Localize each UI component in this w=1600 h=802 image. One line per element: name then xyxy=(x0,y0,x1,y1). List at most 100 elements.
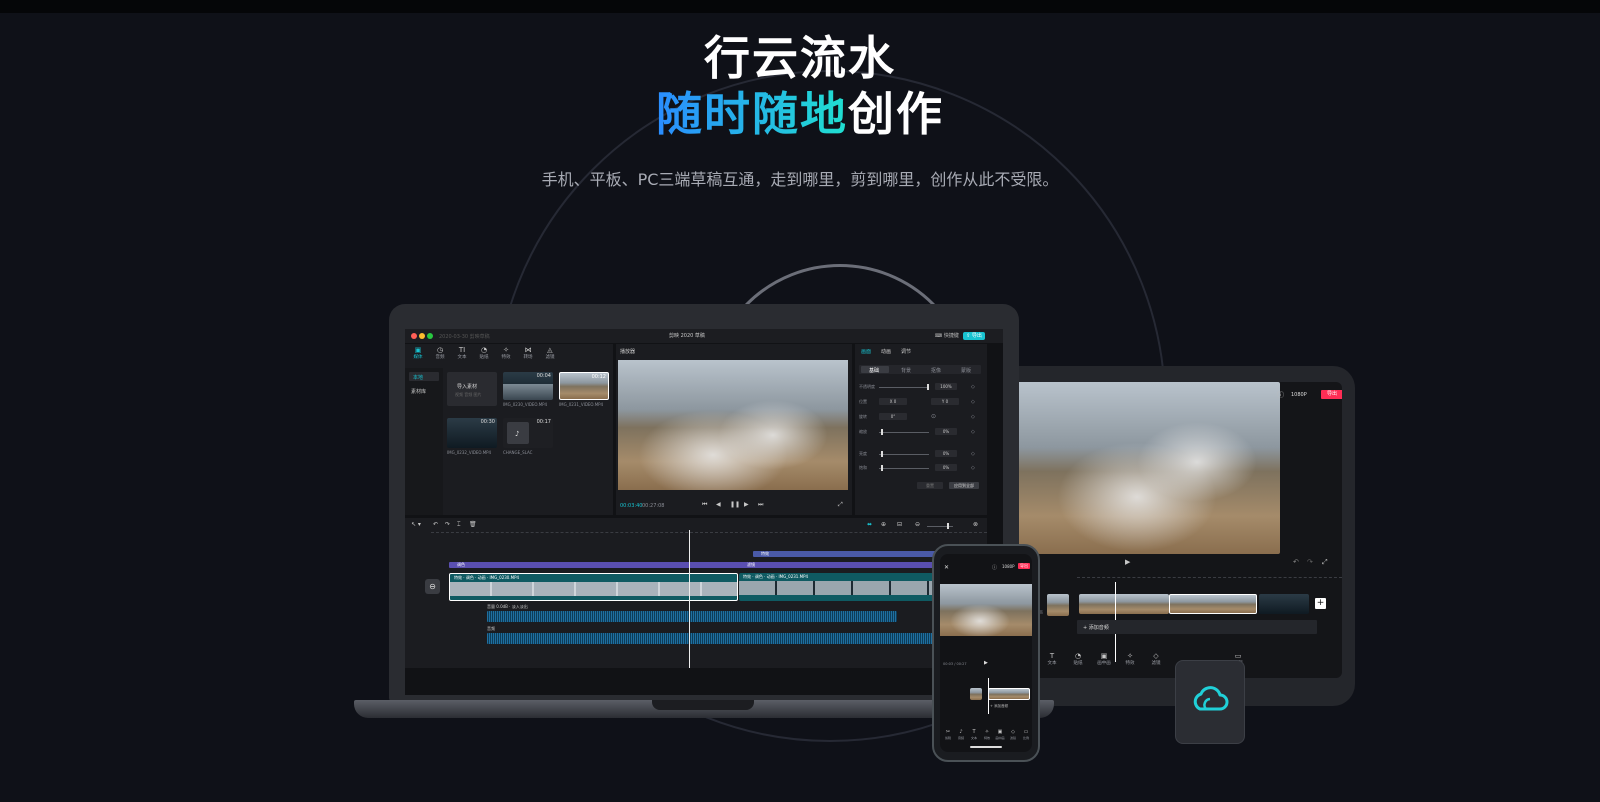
toolbar-audio[interactable]: ◷ 音频 xyxy=(431,346,449,360)
media-item-4[interactable]: ♪ 00:17 xyxy=(503,418,553,448)
rotate-dial-icon[interactable]: ⊙ xyxy=(931,413,936,420)
phone-tool-5[interactable]: ◇ 滤镜 xyxy=(1007,728,1019,740)
tablet-clip-3[interactable] xyxy=(1259,594,1309,614)
keyframe-icon[interactable]: ◇ xyxy=(971,399,975,405)
tablet-tool-3[interactable]: ▣ 画中画 xyxy=(1095,652,1113,666)
delete-icon[interactable]: 🗑 xyxy=(469,521,477,528)
toolbar-media[interactable]: ▣ 媒体 xyxy=(409,346,427,360)
keyframe-icon[interactable]: ◇ xyxy=(971,451,975,457)
tablet-clip-2[interactable] xyxy=(1169,594,1257,614)
select-tool-icon[interactable]: ↖ ▾ xyxy=(411,521,421,528)
phone-play-icon[interactable]: ▶ xyxy=(984,660,988,666)
close-dot[interactable] xyxy=(411,333,417,339)
side-nav-library[interactable]: 素材库 xyxy=(411,388,426,395)
tablet-tool-4[interactable]: ✧ 特效 xyxy=(1121,652,1139,666)
cover-icon[interactable]: ⊖ xyxy=(425,579,440,594)
toolbar-filter[interactable]: ◬ 滤镜 xyxy=(541,346,559,360)
position-x-field[interactable]: X 0 xyxy=(879,398,907,405)
side-nav-local[interactable]: 本地 xyxy=(409,372,439,381)
phone-help-icon[interactable]: ⓘ xyxy=(992,564,997,571)
keyframe-icon[interactable]: ◇ xyxy=(971,384,975,390)
phone-tool-6[interactable]: ▭ 比例 xyxy=(1020,728,1032,740)
keyframe-icon[interactable]: ◇ xyxy=(971,465,975,471)
magnet-icon[interactable]: ⊕ xyxy=(881,521,886,528)
phone-tool-0[interactable]: ✂ 剪辑 xyxy=(942,728,954,740)
main-video-clip-1[interactable]: 特效 · 调色 · 动画 · IMG_0230.MP4 xyxy=(449,573,738,601)
split-icon[interactable]: ⌶ xyxy=(457,521,461,529)
tablet-cover-thumb[interactable] xyxy=(1047,594,1069,616)
fullscreen-icon[interactable]: ⤢ xyxy=(838,501,843,509)
subtab-keying[interactable]: 抠像 xyxy=(931,367,941,374)
tablet-clip-1[interactable] xyxy=(1079,594,1169,614)
media-item-2[interactable]: 00:12 xyxy=(559,372,609,400)
skip-forward-icon[interactable]: ⏭ xyxy=(758,501,763,509)
maximize-dot[interactable] xyxy=(427,333,433,339)
undo-icon[interactable]: ↶ xyxy=(433,521,438,528)
phone-tool-2[interactable]: T 文本 xyxy=(968,728,980,740)
tablet-tool-5[interactable]: ◇ 滤镜 xyxy=(1147,652,1165,666)
phone-add-audio-label[interactable]: + 添加音频 xyxy=(990,704,1008,709)
tablet-tool-2[interactable]: ◔ 贴纸 xyxy=(1069,652,1087,666)
phone-resolution-select[interactable]: 1080P xyxy=(1002,564,1015,569)
filter-track-clip[interactable]: 滤镜 xyxy=(739,562,947,568)
saturation-field[interactable]: 0% xyxy=(935,464,957,471)
import-media-card[interactable]: 导入素材 视频 音频 图片 xyxy=(447,372,497,406)
tablet-add-clip-icon[interactable]: + xyxy=(1315,598,1326,609)
tablet-export-button[interactable]: 导出 xyxy=(1321,390,1342,399)
phone-tool-3[interactable]: ✧ 特效 xyxy=(981,728,993,740)
keyframe-icon[interactable]: ◇ xyxy=(971,414,975,420)
position-y-field[interactable]: Y 0 xyxy=(931,398,959,405)
scale-field[interactable]: 0% xyxy=(935,428,957,435)
phone-export-button[interactable]: 导出 xyxy=(1018,563,1030,569)
tablet-undo-icon[interactable]: ↶ xyxy=(1293,558,1299,566)
step-forward-icon[interactable]: ▶ xyxy=(744,501,749,508)
brightness-field[interactable]: 0% xyxy=(935,450,957,457)
toolbar-sticker[interactable]: ◔ 贴纸 xyxy=(475,346,493,360)
link-toggle-icon[interactable]: ⬌ xyxy=(867,521,872,528)
skip-back-icon[interactable]: ⏮ xyxy=(702,501,707,509)
inspector-tab-animation[interactable]: 动画 xyxy=(881,348,891,355)
tablet-resolution-select[interactable]: 1080P xyxy=(1291,392,1307,398)
tablet-help-icon[interactable]: ⓘ xyxy=(1277,390,1284,400)
toolbar-text[interactable]: TI 文本 xyxy=(453,346,471,360)
toolbar-effect[interactable]: ✧ 特效 xyxy=(497,346,515,360)
minimize-dot[interactable] xyxy=(419,333,425,339)
rotation-field[interactable]: 0° xyxy=(879,413,907,420)
adjust-track-clip[interactable]: 调色 xyxy=(449,562,745,568)
shortcut-button[interactable]: ⌨ 快捷键 xyxy=(935,332,959,339)
media-item-3[interactable]: 00:30 xyxy=(447,418,497,448)
phone-clip-1[interactable] xyxy=(988,688,1030,700)
toolbar-transition[interactable]: ⋈ 转场 xyxy=(519,346,537,360)
tablet-tool-1[interactable]: T 文本 xyxy=(1043,652,1061,666)
tablet-redo-icon[interactable]: ↷ xyxy=(1307,558,1313,566)
preview-axis-icon[interactable]: ⊟ xyxy=(897,521,902,528)
timeline-playhead[interactable] xyxy=(689,530,690,668)
subtab-background[interactable]: 背景 xyxy=(901,367,911,374)
apply-all-button[interactable]: 应用到全部 xyxy=(949,482,979,489)
subtab-mask[interactable]: 蒙版 xyxy=(961,367,971,374)
opacity-field[interactable]: 100% xyxy=(935,383,957,390)
zoom-slider[interactable] xyxy=(927,523,953,529)
media-item-1[interactable]: 00:04 xyxy=(503,372,553,400)
brightness-slider[interactable] xyxy=(879,451,929,457)
pause-icon[interactable]: ❚❚ xyxy=(730,501,740,508)
reset-button[interactable]: 重置 xyxy=(917,482,943,489)
phone-tool-1[interactable]: ♪ 音频 xyxy=(955,728,967,740)
audio-track-1[interactable]: 音量 0.0dB · 淡入淡出 xyxy=(487,604,897,622)
main-video-clip-2[interactable]: 特效 · 调色 · 动画 · IMG_0231.MP4 xyxy=(739,573,939,601)
audio-track-2[interactable]: 音频 xyxy=(487,626,987,644)
saturation-slider[interactable] xyxy=(879,465,929,471)
tablet-add-audio-row[interactable]: + 添加音频 xyxy=(1077,620,1317,634)
keyframe-icon[interactable]: ◇ xyxy=(971,429,975,435)
scale-slider[interactable] xyxy=(879,429,929,435)
desktop-export-button[interactable]: ⇪ 导出 xyxy=(963,332,985,340)
zoom-fit-icon[interactable]: ⊗ xyxy=(973,521,978,528)
tablet-play-icon[interactable]: ▶ xyxy=(1125,558,1130,566)
inspector-tab-adjust[interactable]: 调节 xyxy=(901,348,911,355)
phone-tool-4[interactable]: ▣ 画中画 xyxy=(994,728,1006,740)
step-back-icon[interactable]: ◀ xyxy=(716,501,721,508)
phone-close-icon[interactable]: ✕ xyxy=(944,564,949,571)
opacity-slider[interactable] xyxy=(879,384,929,390)
tablet-fullscreen-icon[interactable]: ⤢ xyxy=(1322,558,1328,567)
zoom-out-icon[interactable]: ⊖ xyxy=(915,521,920,528)
